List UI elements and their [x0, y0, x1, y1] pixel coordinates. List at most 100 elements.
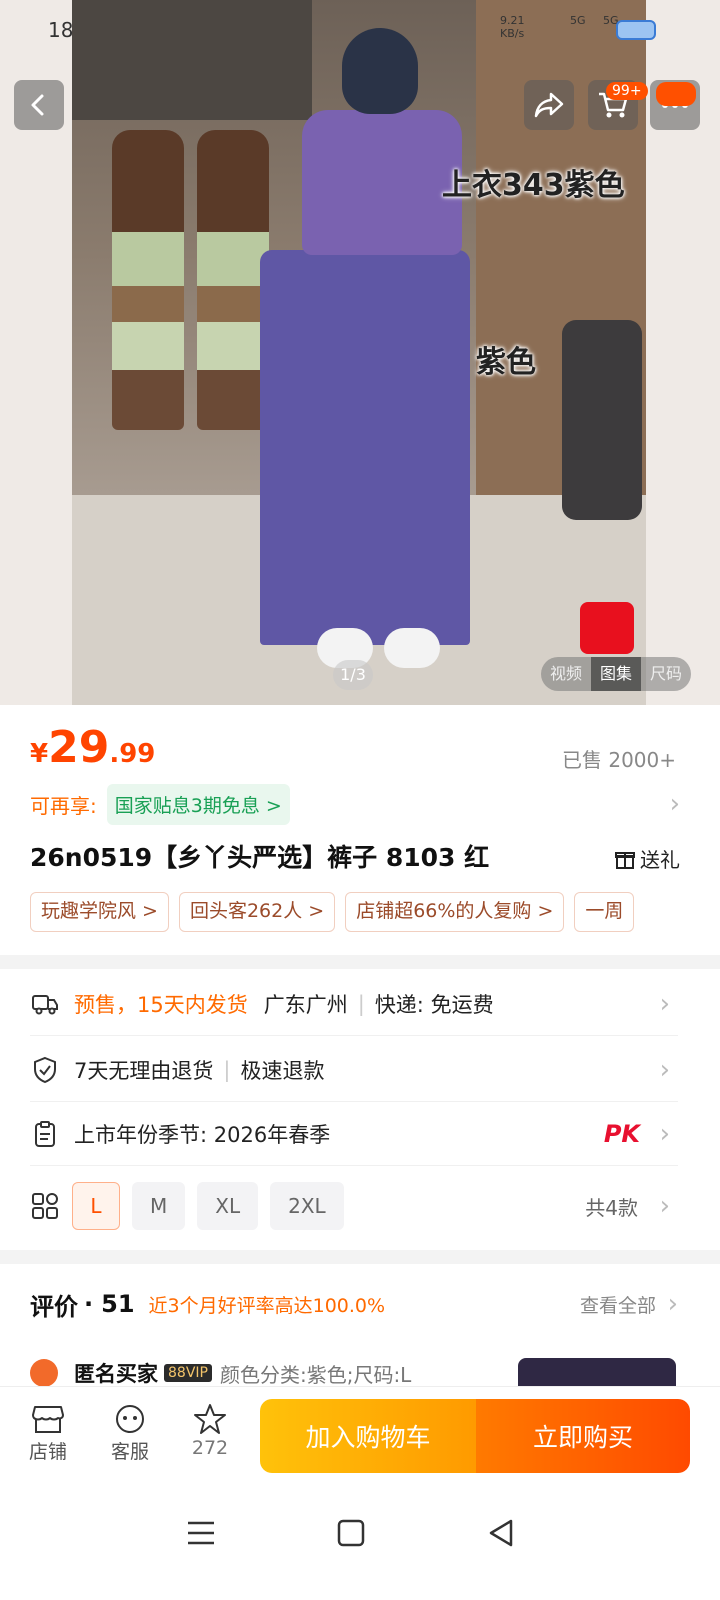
- size-option-xl[interactable]: XL: [197, 1182, 259, 1230]
- star-icon: [194, 1404, 226, 1434]
- shipping-row[interactable]: 预售，15天内发货 广东广州 | 快递: 免运费 ›: [30, 972, 678, 1036]
- gift-icon: [615, 851, 635, 869]
- model-shoe: [384, 628, 440, 668]
- sold-value: 2000+: [608, 748, 676, 772]
- sold-count: 已售 2000+: [562, 744, 676, 773]
- store-button[interactable]: 店铺: [18, 1403, 78, 1464]
- size-option-2xl[interactable]: 2XL: [270, 1182, 344, 1230]
- tshirt-decor: [562, 320, 642, 520]
- review-spec: 颜色分类:紫色;尺码:L: [219, 1362, 412, 1387]
- grid-icon: [30, 1191, 60, 1221]
- status-bar: 18 9.21 KB/s 5G 5G: [0, 0, 720, 60]
- chip-week[interactable]: 一周: [574, 892, 635, 932]
- shield-check-icon: [30, 1055, 60, 1085]
- avatar: [30, 1359, 58, 1387]
- chat-face-icon: [116, 1405, 144, 1433]
- dress-decor: [197, 130, 269, 430]
- season-row[interactable]: 上市年份季节: 2026年春季 PK ›: [30, 1102, 678, 1166]
- presale-text: 预售，15天内发货: [74, 992, 248, 1017]
- return-policy: 7天无理由退货: [74, 1058, 214, 1083]
- cart-count-badge: 99+: [606, 82, 648, 100]
- chevron-right-icon: ›: [659, 1118, 670, 1149]
- store-icon: [32, 1406, 64, 1433]
- price-decimal: .99: [109, 739, 156, 769]
- tab-video[interactable]: 视频: [541, 657, 591, 691]
- review-thumbnail[interactable]: [518, 1358, 676, 1388]
- section-divider: [0, 955, 720, 969]
- truck-icon: [30, 989, 60, 1019]
- size-selector: L M XL 2XL 共4款 ›: [30, 1178, 678, 1234]
- price: ¥ 29 .99: [30, 722, 155, 778]
- favorite-button[interactable]: 272: [180, 1403, 240, 1459]
- buy-now-button[interactable]: 立即购买: [476, 1399, 690, 1473]
- gift-label: 送礼: [640, 848, 680, 872]
- dress-decor: [112, 130, 184, 430]
- promo-tag[interactable]: 国家贴息3期免息 >: [106, 783, 290, 825]
- share-icon: [534, 92, 564, 118]
- image-caption-top: 上衣343紫色: [442, 168, 625, 203]
- system-home-button[interactable]: [326, 1508, 376, 1558]
- product-title-row: 26n0519【乡丫头严选】裤子 8103 红 送礼: [30, 840, 680, 880]
- signal-label-1: 5G: [570, 14, 586, 27]
- tab-gallery[interactable]: 图集: [591, 657, 642, 691]
- reviews-header[interactable]: 评价 · 51 近3个月好评率高达100.0% 查看全部 ›: [30, 1284, 678, 1324]
- system-menu-button[interactable]: [176, 1508, 226, 1558]
- refund-text: 极速退款: [240, 1058, 325, 1083]
- gift-button[interactable]: 送礼: [614, 844, 680, 873]
- chevron-right-icon: ›: [669, 789, 680, 819]
- size-option-l[interactable]: L: [72, 1182, 120, 1230]
- chip-repurchase[interactable]: 店铺超66%的人复购 >: [345, 892, 565, 932]
- network-speed-unit: KB/s: [500, 27, 525, 40]
- model-top: [302, 110, 462, 255]
- review-user: 匿名买家: [74, 1362, 158, 1386]
- chevron-right-icon: ›: [659, 1054, 670, 1085]
- square-icon: [337, 1519, 365, 1547]
- chip-style[interactable]: 玩趣学院风 >: [30, 892, 169, 932]
- share-button[interactable]: [524, 80, 574, 130]
- battery-icon: [616, 20, 656, 40]
- returns-row[interactable]: 7天无理由退货 | 极速退款 ›: [30, 1038, 678, 1102]
- service-label: 客服: [110, 1441, 149, 1463]
- section-divider: [0, 1250, 720, 1264]
- system-back-button[interactable]: [476, 1508, 526, 1558]
- chip-repeat-customers[interactable]: 回头客262人 >: [178, 892, 336, 932]
- express-value: 免运费: [430, 992, 494, 1017]
- tab-size[interactable]: 尺码: [641, 657, 691, 691]
- system-nav-bar: [0, 1490, 720, 1600]
- chevron-right-icon: ›: [659, 988, 670, 1019]
- promo-row[interactable]: 可再享: 国家贴息3期免息 > ›: [30, 783, 680, 825]
- model-pants: [260, 250, 470, 645]
- reviews-dot: ·: [84, 1290, 94, 1318]
- pk-badge[interactable]: PK: [604, 1120, 640, 1148]
- sold-label: 已售: [561, 748, 602, 772]
- ship-origin: 广东广州: [263, 992, 348, 1017]
- menu-icon: [188, 1521, 214, 1545]
- vip-badge: 88VIP: [164, 1364, 212, 1382]
- price-currency: ¥: [30, 739, 49, 769]
- product-title: 26n0519【乡丫头严选】裤子 8103 红: [30, 843, 490, 872]
- customer-service-button[interactable]: 客服: [100, 1403, 160, 1464]
- promo-label: 可再享:: [30, 793, 97, 818]
- express-label: 快递:: [374, 992, 424, 1017]
- size-option-m[interactable]: M: [132, 1182, 186, 1230]
- size-count[interactable]: 共4款: [585, 1192, 638, 1221]
- bottom-action-bar: 店铺 客服 272 加入购物车 立即购买: [0, 1386, 720, 1486]
- status-time: 18: [48, 18, 74, 42]
- image-caption-pants: 紫色: [476, 345, 536, 380]
- favorite-count: 272: [191, 1437, 229, 1459]
- season-text: 上市年份季节: 2026年春季: [74, 1122, 331, 1147]
- clipboard-icon: [30, 1119, 60, 1149]
- add-to-cart-button[interactable]: 加入购物车: [260, 1399, 476, 1473]
- divider: |: [223, 1057, 231, 1082]
- network-speed: 9.21 KB/s: [500, 14, 525, 40]
- back-button[interactable]: [14, 80, 64, 130]
- price-integer: 29: [48, 722, 110, 773]
- image-counter: 1/3: [333, 660, 373, 690]
- chevron-right-icon: ›: [659, 1191, 670, 1221]
- divider: |: [357, 991, 365, 1016]
- feature-chips: 玩趣学院风 > 回头客262人 > 店铺超66%的人复购 > 一周: [30, 892, 678, 932]
- gift-sticker-icon[interactable]: [580, 602, 634, 654]
- view-all-reviews[interactable]: 查看全部: [580, 1291, 656, 1318]
- chevron-right-icon: ›: [667, 1289, 678, 1319]
- gallery-view-tabs: 视频 图集 尺码: [541, 657, 692, 691]
